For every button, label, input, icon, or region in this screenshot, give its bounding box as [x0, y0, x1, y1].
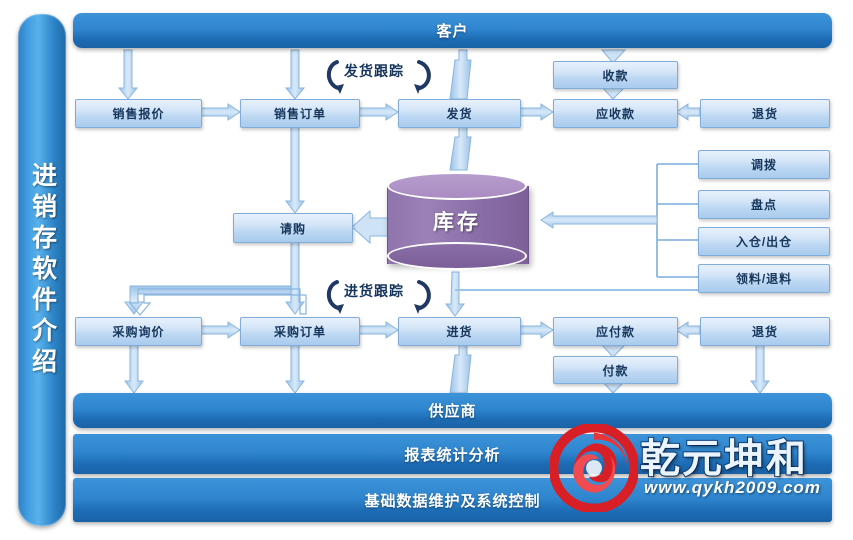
node-sales-order-label: 销售订单	[273, 107, 326, 121]
node-sales-quote-label: 销售报价	[112, 107, 165, 121]
arrow-customer-to-sales-quote	[117, 49, 139, 100]
arrow-order-to-shipping	[357, 103, 399, 121]
node-goods-receipt-label: 进货	[446, 325, 473, 339]
band-supplier-label: 供应商	[428, 403, 477, 420]
node-sales-quote[interactable]: 销售报价	[75, 99, 202, 128]
node-sales-return-label: 退货	[751, 107, 778, 121]
node-payable[interactable]: 应付款	[553, 317, 678, 346]
node-payment-label: 付款	[602, 363, 629, 378]
logo-brand-text: 乾元坤和	[639, 436, 808, 482]
node-stocktake-label: 盘点	[750, 198, 777, 212]
node-goods-receipt[interactable]: 进货	[398, 317, 521, 346]
node-receivable-label: 应收款	[595, 107, 635, 121]
arrow-supplier-to-receipt	[449, 344, 472, 394]
node-material-issue-return-label: 领料/退料	[735, 272, 793, 286]
logo-swirl-icon	[550, 424, 638, 512]
arrow-sales-return-to-receivable	[675, 103, 701, 121]
node-inbound-outbound[interactable]: 入仓/出仓	[698, 227, 830, 256]
company-logo: 乾元坤和 www.qykh2009.com	[548, 418, 838, 523]
node-purchase-order-label: 采购订单	[273, 325, 326, 339]
cylinder-top	[387, 172, 527, 200]
node-transfer-label: 调拨	[750, 158, 777, 172]
arrow-shipping-to-receivable	[518, 103, 554, 121]
band-customer: 客户	[73, 13, 832, 48]
node-sales-order[interactable]: 销售订单	[240, 99, 360, 128]
label-purchase-tracking: 进货跟踪	[344, 283, 404, 299]
node-purchase-order[interactable]: 采购订单	[240, 317, 360, 346]
logo-url-text: www.qykh2009.com	[644, 478, 821, 497]
node-shipping[interactable]: 发货	[398, 99, 521, 128]
node-sales-return[interactable]: 退货	[700, 99, 830, 128]
arrow-purchase-return-to-supplier	[750, 344, 770, 394]
cylinder-bottom	[387, 242, 527, 270]
node-collection-label: 收款	[602, 68, 629, 83]
node-purchase-inquiry[interactable]: 采购询价	[75, 317, 202, 346]
arrow-requisition-to-inquiry	[124, 285, 292, 315]
node-purchase-return[interactable]: 退货	[700, 317, 830, 346]
node-collection[interactable]: 收款	[553, 61, 678, 89]
node-transfer[interactable]: 调拨	[698, 150, 830, 179]
arrow-quote-to-order	[199, 103, 241, 121]
arrow-purchase-order-to-supplier	[285, 344, 305, 394]
inventory-label: 库存	[433, 211, 481, 234]
band-foundation-label: 基础数据维护及系统控制	[364, 492, 541, 510]
arrow-inventory-to-requisition	[351, 209, 389, 245]
label-shipping-tracking: 发货跟踪	[344, 63, 404, 79]
arrow-inquiry-to-supplier	[124, 344, 144, 394]
arrow-inquiry-to-purchase-order	[199, 321, 241, 339]
arrow-customer-to-sales-order	[284, 49, 306, 100]
band-reports-label: 报表统计分析	[404, 446, 501, 464]
inventory-cylinder: 库存	[387, 172, 529, 276]
node-stocktake[interactable]: 盘点	[698, 190, 830, 219]
arrow-shipping-to-customer	[449, 49, 472, 100]
arrow-inventory-to-shipping	[449, 126, 472, 171]
arrow-order-to-requisition	[285, 126, 305, 214]
diagram-canvas: 进销存软件介绍 客户 销售报价 销售订单 发货 收款 应收款 退货 发货跟踪 调…	[0, 0, 853, 540]
bracket-warehouse-ops	[540, 163, 698, 278]
node-payable-label: 应付款	[595, 325, 635, 339]
arrow-purchase-to-inventory	[445, 271, 465, 317]
node-requisition[interactable]: 请购	[233, 213, 353, 243]
node-material-issue-return[interactable]: 领料/退料	[698, 264, 830, 293]
node-receivable[interactable]: 应收款	[553, 99, 678, 128]
arrow-purchase-order-to-receipt	[357, 321, 399, 339]
node-shipping-label: 发货	[446, 107, 473, 121]
node-purchase-return-label: 退货	[751, 325, 778, 339]
node-payment[interactable]: 付款	[553, 356, 678, 384]
arrow-requisition-to-purchase-order	[285, 240, 305, 315]
node-inbound-outbound-label: 入仓/出仓	[735, 235, 793, 249]
node-requisition-label: 请购	[279, 221, 306, 236]
arrow-purchase-return-to-payable	[675, 321, 701, 339]
arrow-receipt-to-payable	[518, 321, 554, 339]
band-customer-label: 客户	[436, 23, 469, 40]
node-purchase-inquiry-label: 采购询价	[112, 325, 165, 339]
